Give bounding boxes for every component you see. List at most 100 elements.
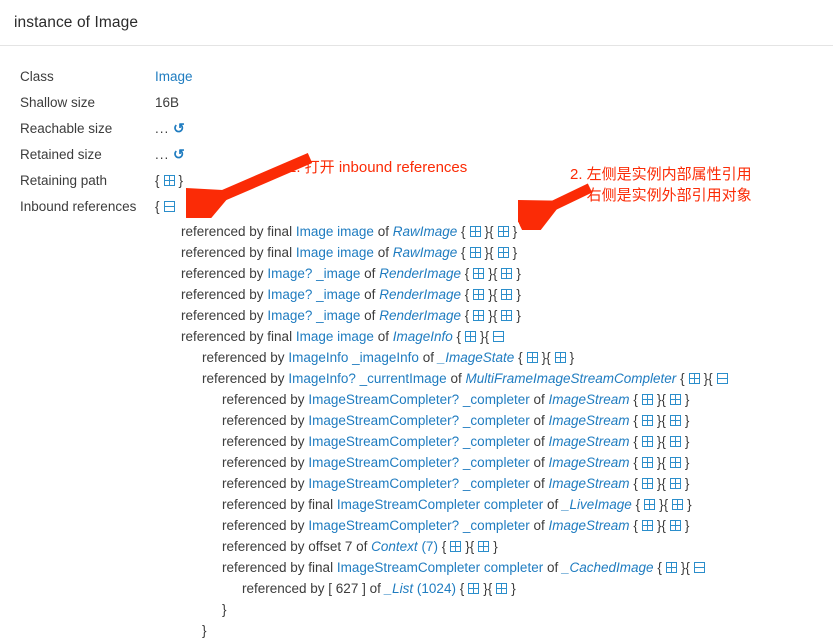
field-name[interactable]: _completer: [463, 518, 530, 533]
expand-box-icon[interactable]: [644, 499, 656, 510]
tree-row: referenced by ImageStreamCompleter? _com…: [20, 515, 833, 536]
field-name[interactable]: image: [337, 224, 374, 239]
expand-box-icon[interactable]: [469, 226, 481, 237]
expand-box-icon[interactable]: [468, 583, 480, 594]
field-name[interactable]: _completer: [463, 434, 530, 449]
expand-box-icon[interactable]: [473, 289, 485, 300]
field-type[interactable]: ImageStreamCompleter?: [308, 392, 459, 407]
of-keyword: of: [377, 245, 389, 260]
of-keyword: of: [377, 329, 389, 344]
field-type[interactable]: Image?: [267, 287, 312, 302]
of-keyword: of: [546, 560, 559, 575]
field-name[interactable]: completer: [484, 497, 543, 512]
expand-box-icon[interactable]: [665, 562, 677, 573]
close-brace: }: [687, 497, 692, 512]
expand-box-icon[interactable]: [501, 289, 513, 300]
expand-box-icon[interactable]: [554, 352, 566, 363]
tree-row: referenced by Image? _image of RenderIma…: [20, 284, 833, 305]
collapse-box-icon[interactable]: [493, 331, 505, 342]
expand-box-icon[interactable]: [641, 478, 653, 489]
field-name[interactable]: _imageInfo: [352, 350, 419, 365]
expand-box-icon[interactable]: [669, 394, 681, 405]
expand-box-icon[interactable]: [465, 331, 477, 342]
owner-type[interactable]: RenderImage: [379, 266, 461, 281]
field-type[interactable]: ImageStreamCompleter: [337, 497, 480, 512]
owner-type[interactable]: ImageStream: [549, 455, 630, 470]
field-name[interactable]: image: [337, 245, 374, 260]
expand-box-icon[interactable]: [669, 415, 681, 426]
expand-box-icon[interactable]: [688, 373, 700, 384]
field-name[interactable]: _image: [316, 287, 360, 302]
field-type[interactable]: ImageStreamCompleter?: [308, 518, 459, 533]
field-name[interactable]: _completer: [463, 392, 530, 407]
field-name[interactable]: _currentImage: [360, 371, 447, 386]
expand-box-icon[interactable]: [478, 541, 490, 552]
expand-box-icon[interactable]: [469, 247, 481, 258]
field-type[interactable]: Image: [296, 329, 334, 344]
collapse-box-icon[interactable]: [693, 562, 705, 573]
field-name[interactable]: completer: [484, 560, 543, 575]
expand-box-icon[interactable]: [669, 457, 681, 468]
owner-type[interactable]: RawImage: [393, 245, 458, 260]
owner-type[interactable]: _List: [385, 581, 414, 596]
expand-box-icon[interactable]: [496, 583, 508, 594]
expand-box-icon[interactable]: [641, 394, 653, 405]
owner-type[interactable]: MultiFrameImageStreamCompleter: [465, 371, 676, 386]
owner-type[interactable]: ImageStream: [549, 434, 630, 449]
owner-type[interactable]: ImageStream: [549, 413, 630, 428]
expand-box-icon[interactable]: [669, 436, 681, 447]
owner-type[interactable]: RenderImage: [379, 287, 461, 302]
field-name[interactable]: _completer: [463, 455, 530, 470]
field-name[interactable]: _image: [316, 266, 360, 281]
field-name[interactable]: _completer: [463, 413, 530, 428]
expand-box-icon[interactable]: [497, 247, 509, 258]
expand-box-icon[interactable]: [641, 436, 653, 447]
refresh-icon[interactable]: ↻: [173, 120, 185, 137]
owner-type[interactable]: Context: [371, 539, 418, 554]
expand-box-icon[interactable]: [473, 310, 485, 321]
class-link[interactable]: Image: [155, 69, 193, 84]
expand-box-icon[interactable]: [526, 352, 538, 363]
field-type[interactable]: ImageStreamCompleter?: [308, 476, 459, 491]
collapse-box-icon[interactable]: [716, 373, 728, 384]
expand-box-icon[interactable]: [641, 457, 653, 468]
owner-type[interactable]: RawImage: [393, 224, 458, 239]
expand-box-icon[interactable]: [669, 478, 681, 489]
owner-type[interactable]: _CachedImage: [562, 560, 654, 575]
header-bar: instance of Image: [0, 0, 833, 45]
expand-box-icon[interactable]: [501, 310, 513, 321]
expand-box-icon[interactable]: [641, 415, 653, 426]
field-type[interactable]: ImageStreamCompleter?: [308, 413, 459, 428]
expand-box-icon[interactable]: [473, 268, 485, 279]
refresh-icon[interactable]: ↻: [173, 146, 185, 163]
expand-box-icon[interactable]: [450, 541, 462, 552]
field-type[interactable]: Image?: [267, 266, 312, 281]
expand-box-icon[interactable]: [672, 499, 684, 510]
owner-type[interactable]: ImageStream: [549, 392, 630, 407]
field-type[interactable]: ImageStreamCompleter?: [308, 455, 459, 470]
field-type[interactable]: ImageStreamCompleter?: [308, 434, 459, 449]
inbound-references-tree: referenced by final Image image of RawIm…: [20, 221, 833, 641]
field-type[interactable]: Image?: [267, 308, 312, 323]
field-type[interactable]: Image: [296, 245, 334, 260]
collapse-box-icon[interactable]: [163, 200, 175, 212]
owner-type[interactable]: _LiveImage: [562, 497, 632, 512]
field-type[interactable]: ImageInfo?: [288, 371, 356, 386]
owner-type[interactable]: ImageInfo: [393, 329, 453, 344]
owner-type[interactable]: ImageStream: [549, 476, 630, 491]
field-name[interactable]: _completer: [463, 476, 530, 491]
field-type[interactable]: Image: [296, 224, 334, 239]
expand-box-icon[interactable]: [163, 174, 175, 186]
field-type[interactable]: ImageInfo: [288, 350, 348, 365]
owner-type[interactable]: _ImageState: [438, 350, 515, 365]
expand-box-icon[interactable]: [669, 520, 681, 531]
field-type[interactable]: ImageStreamCompleter: [337, 560, 480, 575]
field-name[interactable]: _image: [316, 308, 360, 323]
owner-type[interactable]: ImageStream: [549, 518, 630, 533]
open-brace: {: [663, 497, 669, 512]
owner-type[interactable]: RenderImage: [379, 308, 461, 323]
expand-box-icon[interactable]: [641, 520, 653, 531]
expand-box-icon[interactable]: [501, 268, 513, 279]
expand-box-icon[interactable]: [497, 226, 509, 237]
field-name[interactable]: image: [337, 329, 374, 344]
